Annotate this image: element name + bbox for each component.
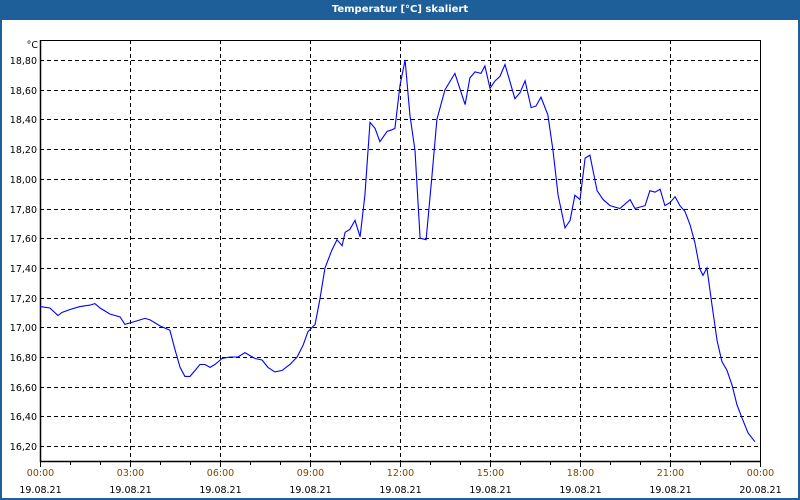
x-tick-date: 20.08.21 [739, 485, 781, 496]
x-tick-date: 19.08.21 [289, 485, 331, 496]
y-tick-label: 16,60 [10, 383, 37, 394]
x-tick-time: 18:00 [567, 468, 594, 479]
x-tick-date: 19.08.21 [109, 485, 151, 496]
y-tick-label: 16,40 [10, 412, 37, 423]
y-tick-label: 16,80 [10, 353, 37, 364]
x-tick-date: 19.08.21 [19, 485, 61, 496]
y-tick-label: 18,00 [10, 175, 37, 186]
x-tick-time: 06:00 [207, 468, 234, 479]
x-tick-date: 19.08.21 [559, 485, 601, 496]
x-tick-time: 03:00 [117, 468, 144, 479]
temperature-series-line [39, 59, 756, 443]
x-tick-date: 19.08.21 [469, 485, 511, 496]
y-tick-label: 17,60 [10, 234, 37, 245]
x-tick-date: 19.08.21 [199, 485, 241, 496]
x-tick-time: 12:00 [387, 468, 414, 479]
y-tick-label: 16,20 [10, 442, 37, 453]
y-tick-label: 17,20 [10, 294, 37, 305]
y-tick-label: 17,80 [10, 205, 37, 216]
y-tick-label: 18,40 [10, 115, 37, 126]
y-tick-label: 18,20 [10, 145, 37, 156]
y-tick-label: 17,00 [10, 323, 37, 334]
x-tick-time: 15:00 [477, 468, 504, 479]
x-tick-time: 00:00 [747, 468, 774, 479]
y-tick-label: 18,80 [10, 56, 37, 67]
x-tick-date: 19.08.21 [649, 485, 691, 496]
temperature-chart: 16,20 16,40 16,60 16,80 17,00 17,20 17,40 17,60… [10, 40, 782, 496]
y-tick-label: 18,60 [10, 86, 37, 97]
x-tick-date: 19.08.21 [379, 485, 421, 496]
y-tick-label: 17,40 [10, 264, 37, 275]
x-tick-time: 09:00 [297, 468, 324, 479]
x-tick-time: 00:00 [27, 468, 54, 479]
y-axis-unit: °C [27, 40, 39, 51]
x-tick-time: 21:00 [657, 468, 684, 479]
